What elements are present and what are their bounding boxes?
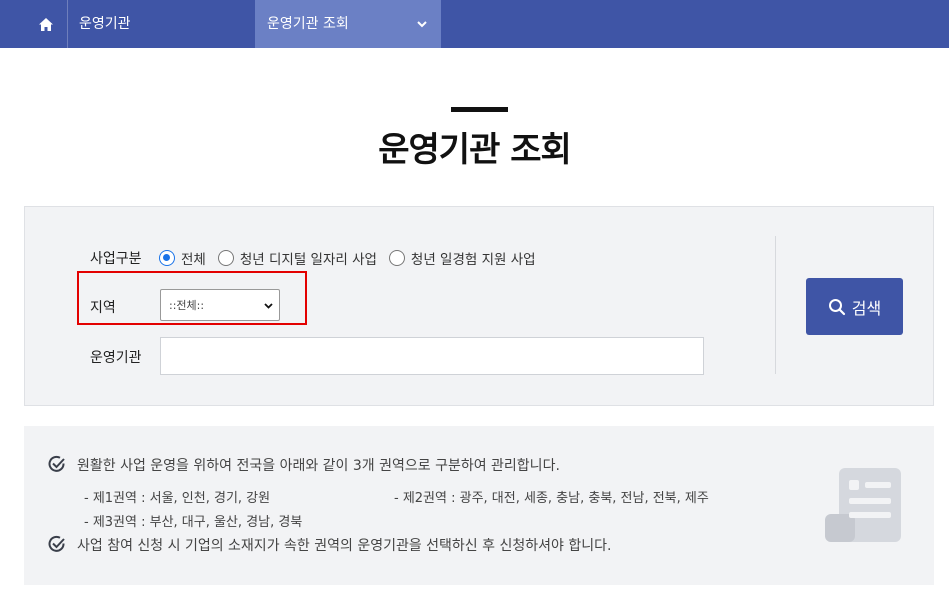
page-title: 운영기관 조회	[378, 130, 572, 170]
search-button[interactable]: 검색	[806, 278, 903, 335]
info-line-2: 사업 참여 신청 시 기업의 소재지가 속한 권역의 운영기관을 선택하신 후 …	[77, 538, 612, 554]
radio-digital-jobs[interactable]: 청년 디지털 일자리 사업	[217, 248, 377, 268]
business-type-label: 사업구분	[90, 251, 142, 267]
document-icon	[825, 468, 901, 542]
breadcrumb-dropdown[interactable]: 운영기관 조회	[255, 0, 441, 48]
region-2-text: - 제2권역 : 광주, 대전, 세종, 충남, 충북, 전남, 전북, 제주	[394, 491, 709, 506]
radio-digital-jobs-label: 청년 디지털 일자리 사업	[239, 252, 377, 268]
home-icon	[38, 17, 53, 31]
highlight-annotation-box	[77, 271, 307, 325]
org-label: 운영기관	[90, 350, 142, 366]
chevron-down-icon	[417, 0, 427, 48]
org-name-input[interactable]	[160, 337, 704, 375]
top-navigation: 운영기관 운영기관 조회	[0, 0, 949, 48]
region-1-text: - 제1권역 : 서울, 인천, 경기, 강원	[84, 491, 271, 506]
business-type-radio-group: 전체 청년 디지털 일자리 사업 청년 일경험 지원 사업	[159, 248, 548, 268]
search-icon	[828, 298, 845, 315]
breadcrumb-dropdown-label: 운영기관 조회	[267, 16, 349, 32]
home-button[interactable]	[24, 0, 68, 48]
check-circle-icon	[48, 455, 65, 472]
info-line-1: 원활한 사업 운영을 위하여 전국을 아래와 같이 3개 권역으로 구분하여 관…	[77, 458, 560, 474]
search-button-label: 검색	[851, 298, 882, 318]
title-accent-bar	[451, 107, 508, 112]
breadcrumb-item[interactable]: 운영기관	[79, 0, 131, 48]
radio-work-experience-label: 청년 일경험 지원 사업	[410, 252, 536, 268]
radio-work-experience[interactable]: 청년 일경험 지원 사업	[388, 248, 536, 268]
region-3-text: - 제3권역 : 부산, 대구, 울산, 경남, 경북	[84, 515, 303, 530]
panel-divider	[775, 236, 776, 374]
radio-all[interactable]: 전체	[159, 248, 206, 268]
radio-all-label: 전체	[181, 252, 206, 268]
radio-digital-jobs-button[interactable]	[217, 250, 234, 266]
radio-work-experience-button[interactable]	[388, 250, 405, 266]
check-circle-icon	[48, 535, 65, 552]
radio-all-button[interactable]	[159, 250, 175, 266]
